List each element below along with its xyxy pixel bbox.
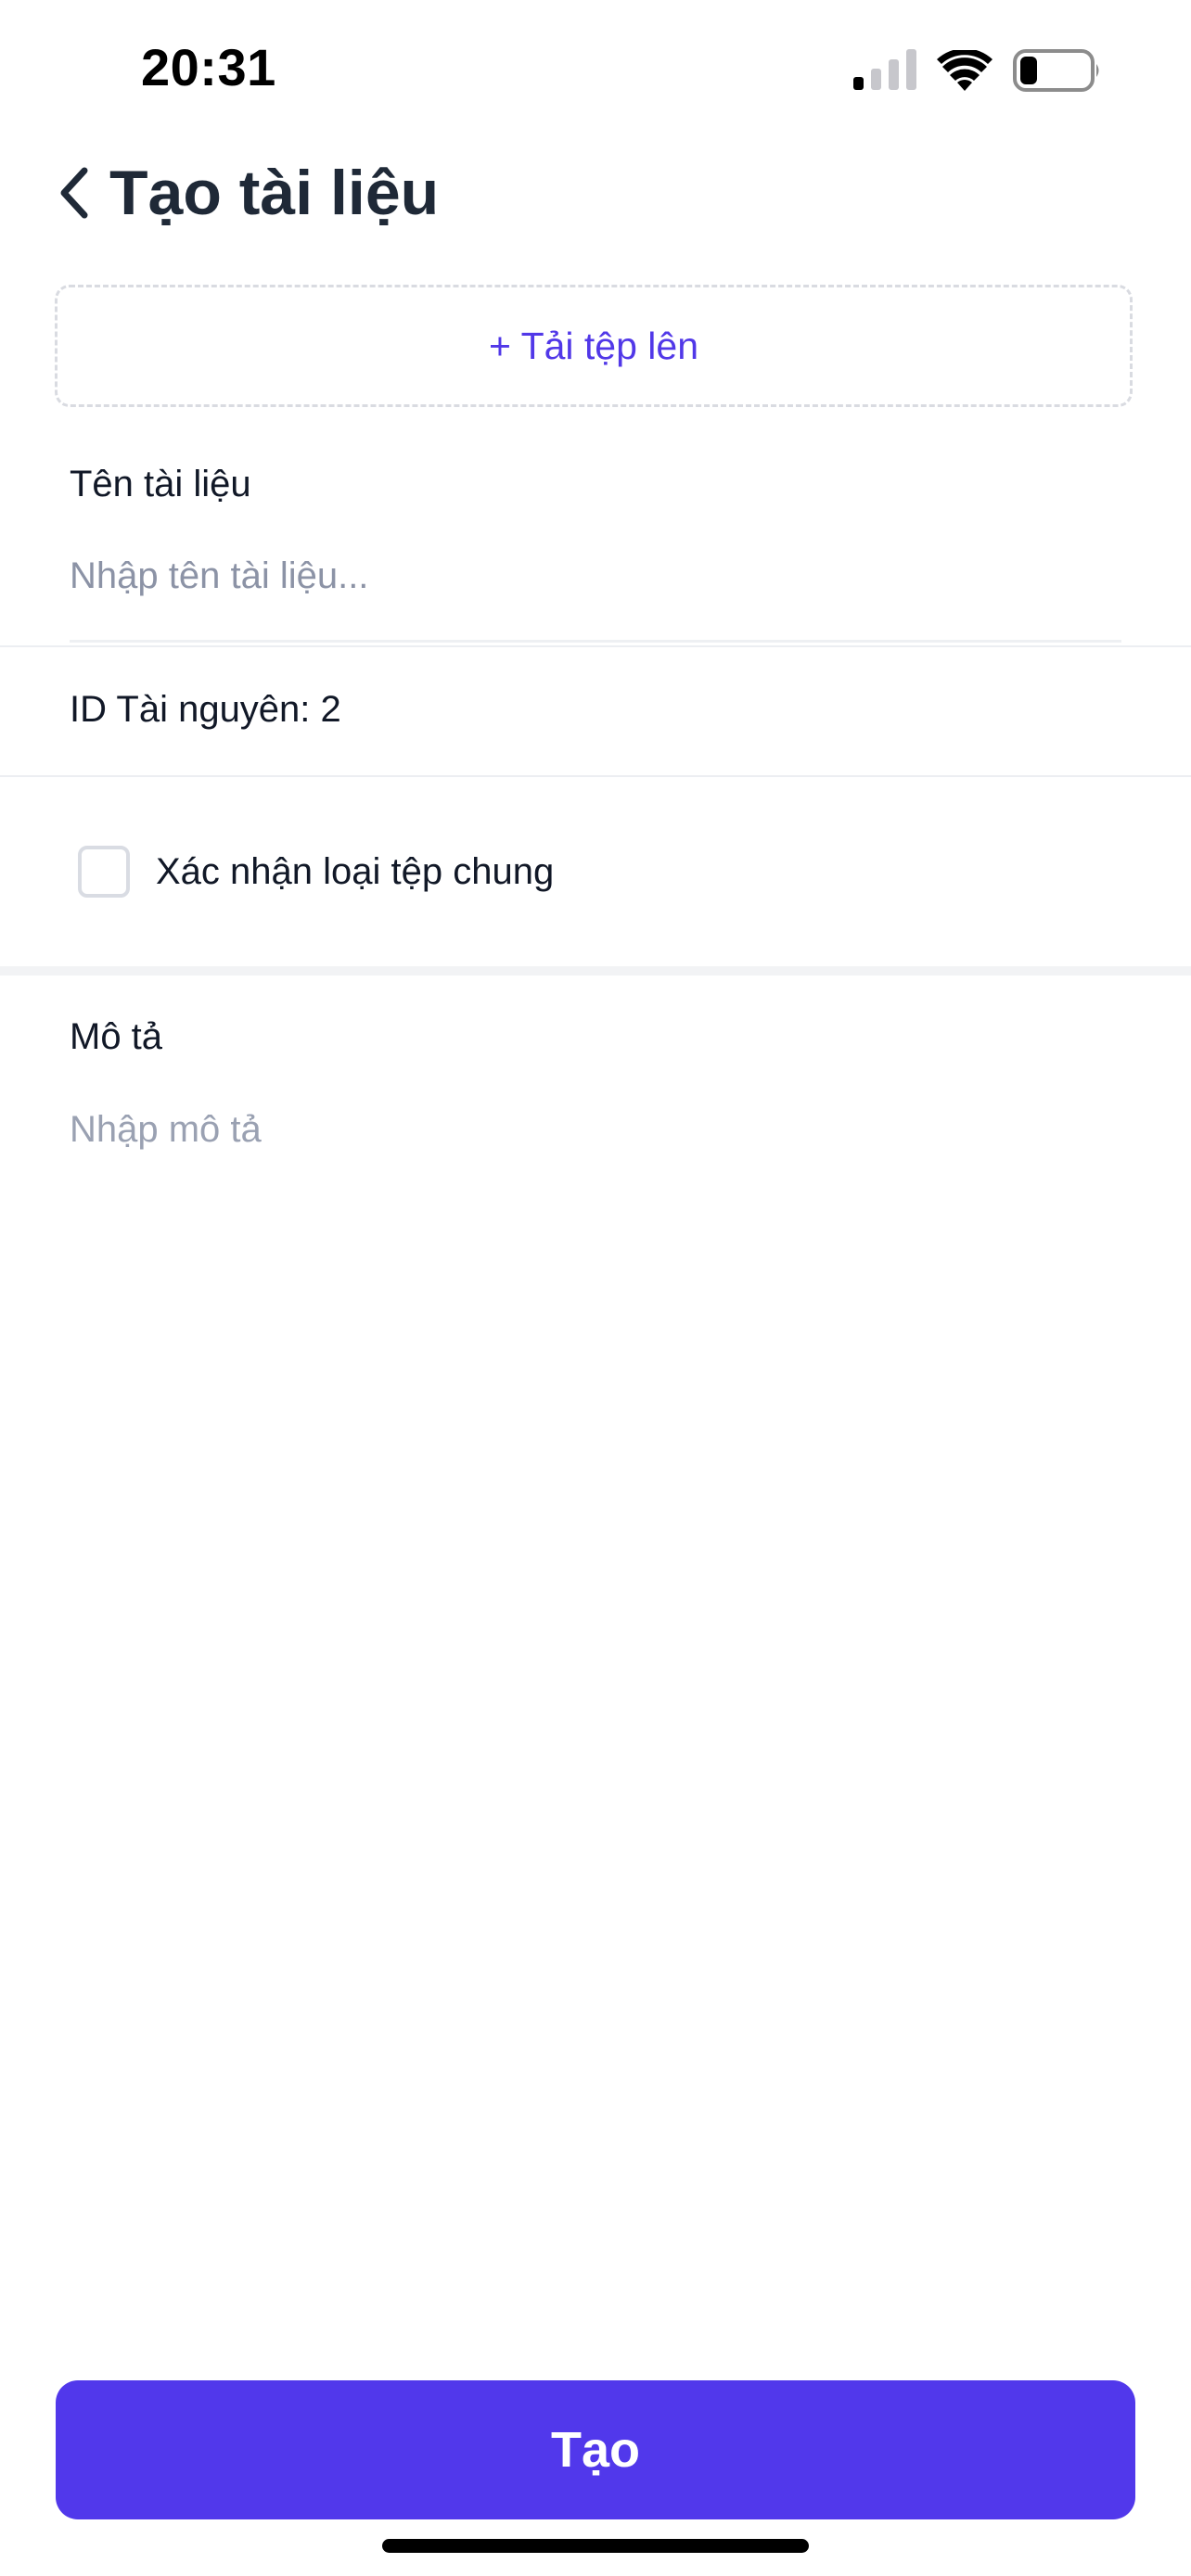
header: Tạo tài liệu bbox=[0, 139, 1191, 250]
divider bbox=[0, 645, 1191, 647]
chevron-left-icon bbox=[55, 165, 92, 225]
create-button[interactable]: Tạo bbox=[56, 2380, 1135, 2519]
back-button[interactable] bbox=[41, 159, 106, 230]
section-divider bbox=[0, 966, 1191, 976]
wifi-icon bbox=[937, 50, 992, 91]
page-title: Tạo tài liệu bbox=[109, 158, 440, 228]
resource-id-text: ID Tài nguyên: 2 bbox=[70, 689, 341, 730]
divider bbox=[0, 775, 1191, 777]
document-name-underline bbox=[70, 640, 1121, 643]
common-file-type-checkbox-row[interactable]: Xác nhận loại tệp chung bbox=[78, 843, 554, 900]
status-time: 20:31 bbox=[141, 38, 276, 96]
upload-file-button[interactable]: + Tải tệp lên bbox=[55, 285, 1133, 407]
document-name-label: Tên tài liệu bbox=[70, 464, 251, 504]
home-indicator bbox=[382, 2539, 809, 2553]
description-label: Mô tả bbox=[70, 1016, 163, 1057]
cellular-signal-icon bbox=[853, 49, 916, 92]
document-name-input[interactable] bbox=[70, 545, 1121, 606]
common-file-type-checkbox-label: Xác nhận loại tệp chung bbox=[156, 850, 555, 892]
upload-file-label: + Tải tệp lên bbox=[488, 324, 699, 367]
description-input[interactable] bbox=[70, 1099, 1121, 1284]
common-file-type-checkbox[interactable] bbox=[78, 846, 130, 898]
battery-icon bbox=[1013, 49, 1102, 92]
status-icons bbox=[853, 48, 1102, 93]
status-bar: 20:31 bbox=[0, 0, 1191, 139]
